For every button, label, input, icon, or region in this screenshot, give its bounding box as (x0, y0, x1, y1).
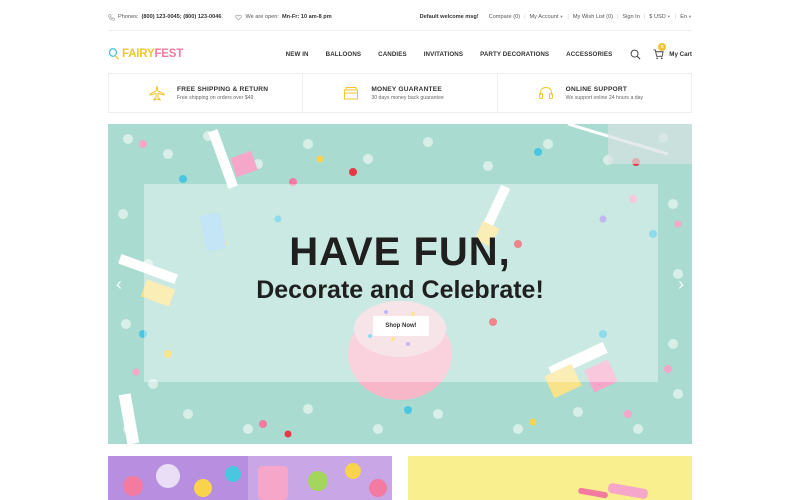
slider-prev-arrow-icon[interactable]: ‹ (116, 274, 122, 295)
promo-tile-decorations[interactable] (408, 456, 692, 500)
phones-value: (800) 123-0045; (800) 123-0046 (141, 14, 222, 20)
feature-shipping: FREE SHIPPING & RETURN Free shipping on … (109, 74, 304, 112)
search-icon[interactable] (630, 49, 641, 60)
feature-subtitle: 30 days money back guarantee (371, 94, 444, 101)
cart-label: My Cart (669, 50, 692, 58)
feature-title: MONEY GUARANTEE (371, 85, 442, 93)
language-label: En (680, 14, 688, 20)
hours-value: Mn-Fr: 10 am-8 pm (281, 14, 332, 20)
hero-subheadline: Decorate and Celebrate! (256, 276, 544, 304)
chevron-down-icon: ▼ (559, 14, 564, 19)
nav-item-party-decorations[interactable]: PARTY DECORATIONS (480, 51, 549, 58)
promo-tile-candies[interactable] (108, 456, 392, 500)
nav-item-invitations[interactable]: INVITATIONS (424, 51, 463, 58)
candies-image (108, 456, 387, 500)
feature-title: ONLINE SUPPORT (565, 85, 628, 93)
main-nav: NEW IN BALLOONS CANDIES INVITATIONS PART… (286, 51, 613, 58)
logo[interactable]: FAIRYFEST (108, 48, 183, 60)
nav-item-new-in[interactable]: NEW IN (286, 51, 309, 58)
nav-item-accessories[interactable]: ACCESSORIES (566, 51, 612, 58)
signin-link[interactable]: Sign In (622, 14, 639, 20)
compare-link[interactable]: Compare (0) (489, 14, 520, 20)
chevron-down-icon: ▼ (688, 14, 692, 19)
my-account-link[interactable]: My Account▼ (530, 14, 564, 20)
chevron-down-icon: ▼ (666, 14, 671, 19)
feature-title: FREE SHIPPING & RETURN (177, 85, 269, 93)
wishlist-link[interactable]: My Wish List (0) (573, 14, 613, 20)
hours-info: We are open: Mn-Fr: 10 am-8 pm (235, 14, 332, 21)
nav-item-balloons[interactable]: BALLOONS (326, 51, 362, 58)
logo-text: FAIRYFEST (122, 48, 183, 60)
nav-item-candies[interactable]: CANDIES (378, 51, 407, 58)
money-icon (343, 85, 359, 101)
currency-select[interactable]: $ USD▼ (649, 14, 670, 20)
cart-count-badge: 0 (658, 42, 667, 51)
hero-slider[interactable]: HAVE FUN, Decorate and Celebrate! Shop N… (108, 124, 692, 444)
main-header: FAIRYFEST NEW IN BALLOONS CANDIES INVITA… (108, 40, 692, 68)
slider-next-arrow-icon[interactable]: › (678, 274, 684, 295)
hours-label: We are open: (245, 14, 279, 20)
shop-now-button[interactable]: Shop Now! (373, 316, 429, 336)
language-select[interactable]: En▼ (680, 14, 692, 20)
phones-label: Phones: (118, 14, 139, 20)
heart-icon (235, 14, 243, 20)
phone-icon (108, 13, 115, 21)
phones-info: Phones: (800) 123-0045; (800) 123-0046 (108, 13, 222, 21)
top-bar: Phones: (800) 123-0045; (800) 123-0046 W… (108, 10, 692, 24)
feature-support: ONLINE SUPPORT We support online 24 hour… (498, 74, 691, 112)
cart-button[interactable]: 0 My Cart (653, 42, 692, 60)
my-account-label: My Account (529, 14, 559, 20)
feature-subtitle: We support online 24 hours a day (565, 94, 644, 101)
welcome-message: Default welcome msg! (419, 14, 479, 20)
headset-icon (538, 85, 554, 101)
logo-text-part1: FAIRY (122, 48, 155, 60)
logo-text-part2: FEST (154, 48, 184, 60)
balloon-logo-icon (108, 48, 119, 60)
feature-subtitle: Free shipping on orders over $49 (177, 94, 254, 101)
airplane-icon (149, 85, 165, 101)
hero-headline: HAVE FUN, (289, 230, 511, 274)
divider (108, 30, 692, 31)
features-strip: FREE SHIPPING & RETURN Free shipping on … (108, 73, 692, 113)
feature-money: MONEY GUARANTEE 30 days money back guara… (303, 74, 498, 112)
decorations-image (578, 483, 648, 499)
currency-label: $ USD (649, 14, 666, 20)
